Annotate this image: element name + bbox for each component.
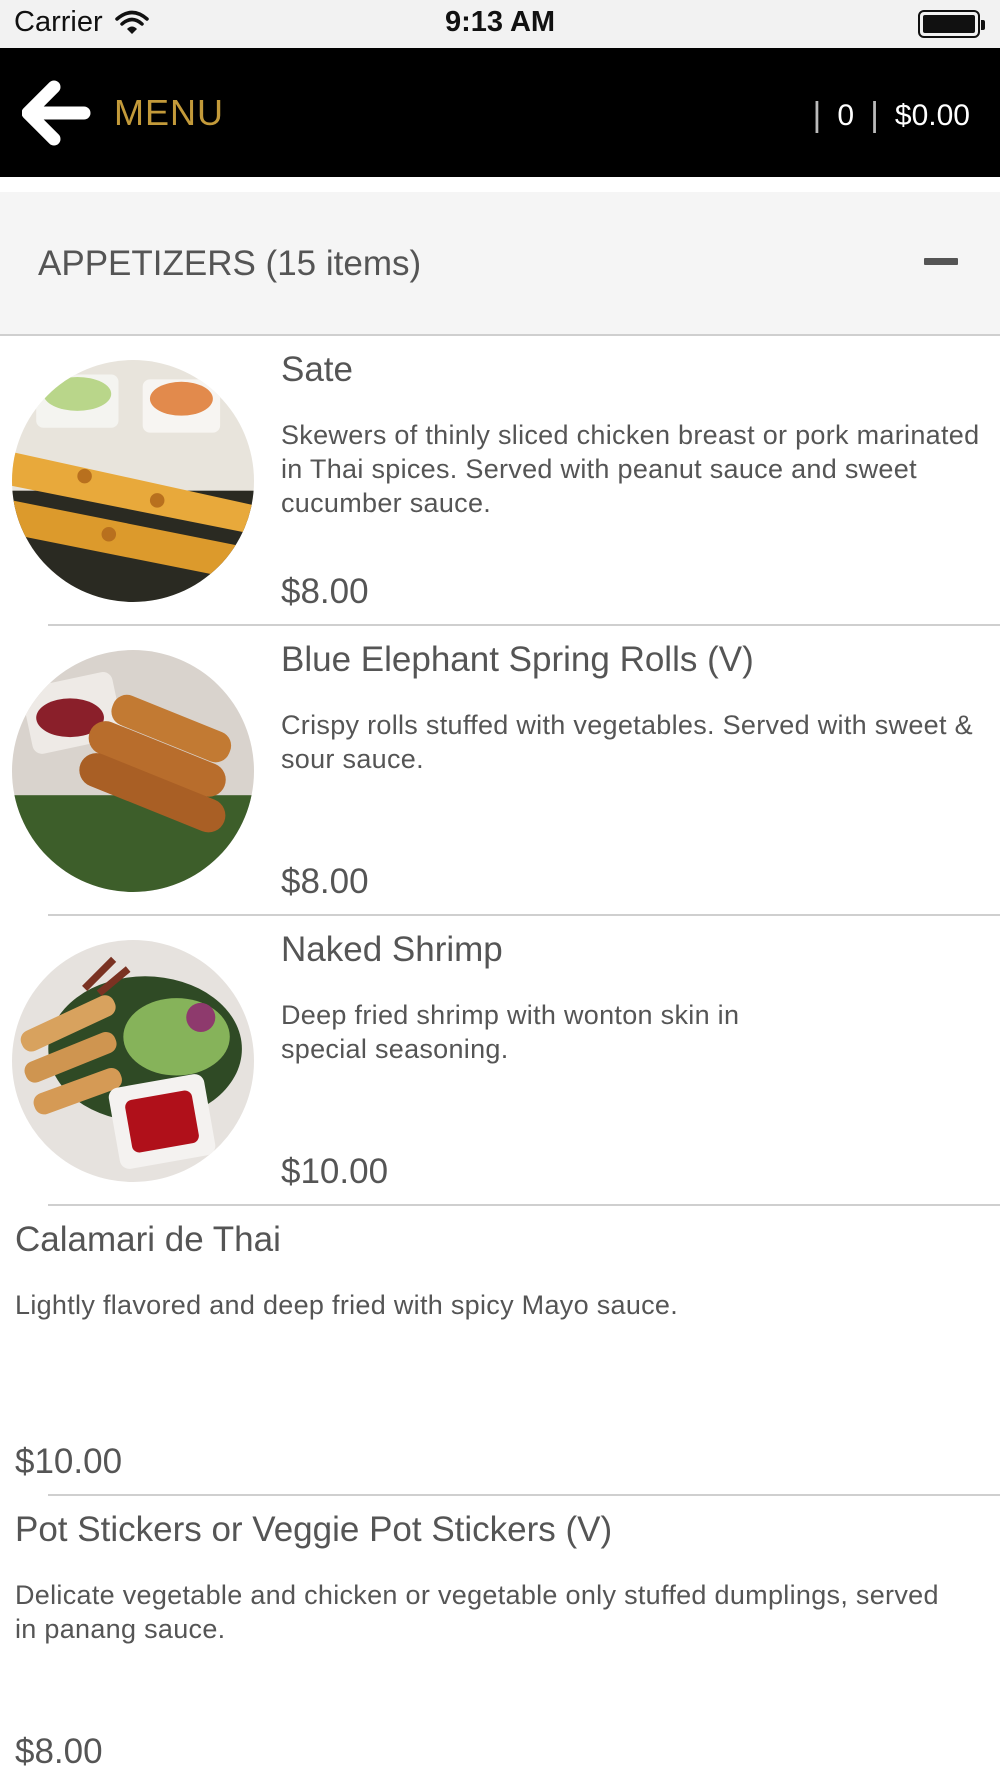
page-title: MENU (114, 92, 224, 133)
minus-icon (924, 258, 958, 265)
item-image (12, 940, 254, 1182)
battery-icon (918, 10, 985, 38)
item-price: $10.00 (281, 1152, 389, 1191)
item-name: Pot Stickers or Veggie Pot Stickers (V) (15, 1510, 613, 1549)
item-name: Blue Elephant Spring Rolls (V) (281, 640, 754, 679)
menu-item[interactable]: Pot Stickers or Veggie Pot Stickers (V) … (0, 1496, 1000, 1778)
item-description: Skewers of thinly sliced chicken breast … (281, 420, 980, 518)
item-image (12, 360, 254, 602)
menu-item[interactable]: Naked Shrimp Deep fried shrimp with wont… (0, 916, 1000, 1206)
cart-separator: | (812, 96, 822, 134)
item-image (12, 650, 254, 892)
menu-item[interactable]: Blue Elephant Spring Rolls (V) Crispy ro… (0, 626, 1000, 916)
menu-item[interactable]: Calamari de Thai Lightly flavored and de… (0, 1206, 1000, 1496)
item-description: Lightly flavored and deep fried with spi… (15, 1290, 679, 1320)
app-header: MENU | 0 | $0.00 (0, 48, 1000, 177)
item-name: Sate (281, 350, 353, 389)
item-price: $10.00 (15, 1442, 123, 1481)
item-description: Crispy rolls stuffed with vegetables. Se… (281, 710, 973, 774)
item-name: Calamari de Thai (15, 1220, 281, 1259)
category-title: APPETIZERS (15 items) (38, 244, 422, 283)
collapse-button[interactable] (922, 250, 962, 274)
item-price: $8.00 (281, 572, 369, 611)
item-description: Delicate vegetable and chicken or vegeta… (15, 1580, 939, 1644)
cart-summary[interactable]: | 0 | $0.00 (797, 96, 970, 135)
cart-total: $0.00 (894, 98, 970, 132)
status-time: 9:13 AM (444, 6, 556, 38)
item-description: Deep fried shrimp with wonton skin in sp… (281, 1000, 740, 1064)
cart-separator: | (870, 96, 879, 134)
cart-count: 0 (837, 98, 855, 132)
arrow-left-icon (21, 80, 91, 146)
item-price: $8.00 (281, 862, 369, 901)
item-name: Naked Shrimp (281, 930, 503, 969)
item-price: $8.00 (15, 1732, 103, 1771)
menu-item[interactable]: Sate Skewers of thinly sliced chicken br… (0, 336, 1000, 626)
status-bar: Carrier 9:13 AM (0, 0, 1000, 48)
back-button[interactable] (21, 78, 92, 148)
category-header[interactable]: APPETIZERS (15 items) (0, 192, 1000, 336)
